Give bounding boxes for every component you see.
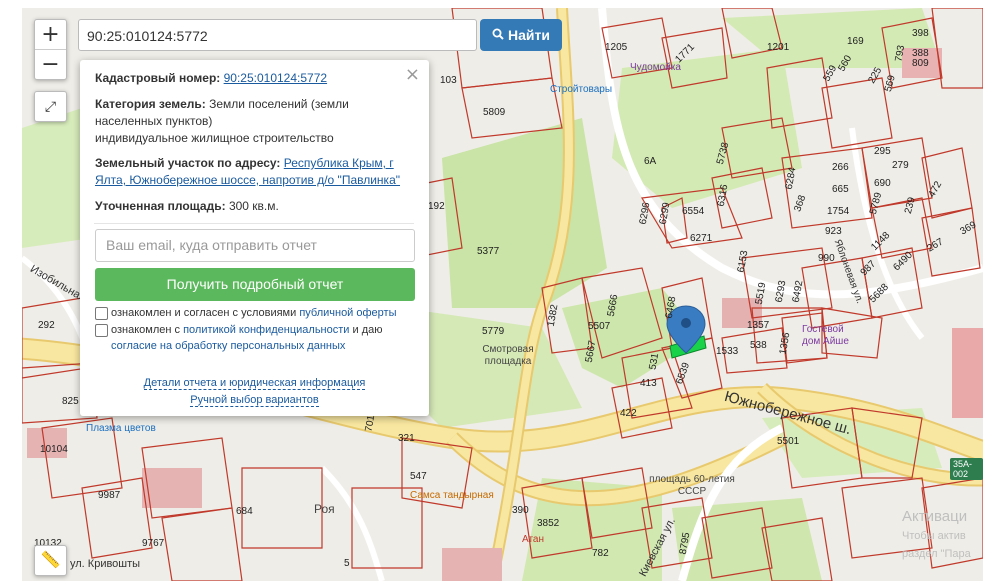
- zoom-in-button[interactable]: +: [35, 20, 66, 49]
- privacy-mid-text: и даю: [349, 324, 383, 336]
- cadastral-row: Кадастровый номер: 90:25:010124:5772: [95, 70, 415, 87]
- details-link[interactable]: Детали отчета и юридическая информация: [143, 377, 366, 390]
- category-row: Категория земель: Земли поселений (земли…: [95, 96, 415, 147]
- cadastral-link[interactable]: 90:25:010124:5772: [224, 71, 327, 85]
- address-label: Земельный участок по адресу:: [95, 156, 281, 170]
- privacy-checkbox-row: ознакомлен с политикой конфиденциальност…: [95, 322, 415, 354]
- offer-checkbox[interactable]: [95, 307, 108, 320]
- divider: [94, 223, 414, 224]
- manual-link[interactable]: Ручной выбор вариантов: [190, 394, 319, 407]
- area-value: 300 кв.м.: [228, 199, 279, 213]
- category-label: Категория земель:: [95, 97, 206, 111]
- zoom-control: + −: [34, 19, 67, 80]
- privacy-text: ознакомлен с: [111, 324, 184, 336]
- search-button[interactable]: Найти: [480, 19, 562, 51]
- email-field[interactable]: Ваш email, куда отправить отчет: [95, 229, 415, 262]
- search-icon: [492, 19, 504, 51]
- address-row: Земельный участок по адресу: Республика …: [95, 155, 415, 189]
- area-row: Уточненная площадь: 300 кв.м.: [95, 198, 415, 215]
- fullscreen-button[interactable]: ⤢: [34, 91, 67, 122]
- privacy-checkbox[interactable]: [95, 324, 108, 337]
- consent-link[interactable]: согласие на обработку персональных данны…: [111, 340, 345, 352]
- zoom-out-button[interactable]: −: [35, 49, 66, 79]
- ruler-button[interactable]: 📏: [34, 545, 67, 576]
- plot-info-popup: × Кадастровый номер: 90:25:010124:5772 К…: [80, 60, 429, 416]
- privacy-link[interactable]: политикой конфиденциальности: [183, 324, 349, 336]
- offer-link[interactable]: публичной оферты: [299, 307, 396, 319]
- get-report-button[interactable]: Получить подробный отчет: [95, 268, 415, 301]
- cadastral-label: Кадастровый номер:: [95, 71, 221, 85]
- expand-icon: ⤢: [44, 98, 57, 114]
- details-row: Детали отчета и юридическая информация: [80, 377, 429, 390]
- ruler-icon: 📏: [40, 552, 61, 569]
- search-button-label: Найти: [508, 27, 550, 43]
- offer-text: ознакомлен и согласен с условиями: [111, 307, 300, 319]
- offer-checkbox-row: ознакомлен и согласен с условиями публич…: [95, 305, 415, 321]
- manual-row: Ручной выбор вариантов: [80, 394, 429, 407]
- search-input[interactable]: 90:25:010124:5772: [78, 19, 477, 51]
- area-label: Уточненная площадь:: [95, 199, 226, 213]
- category-use: индивидуальное жилищное строительство: [95, 131, 334, 145]
